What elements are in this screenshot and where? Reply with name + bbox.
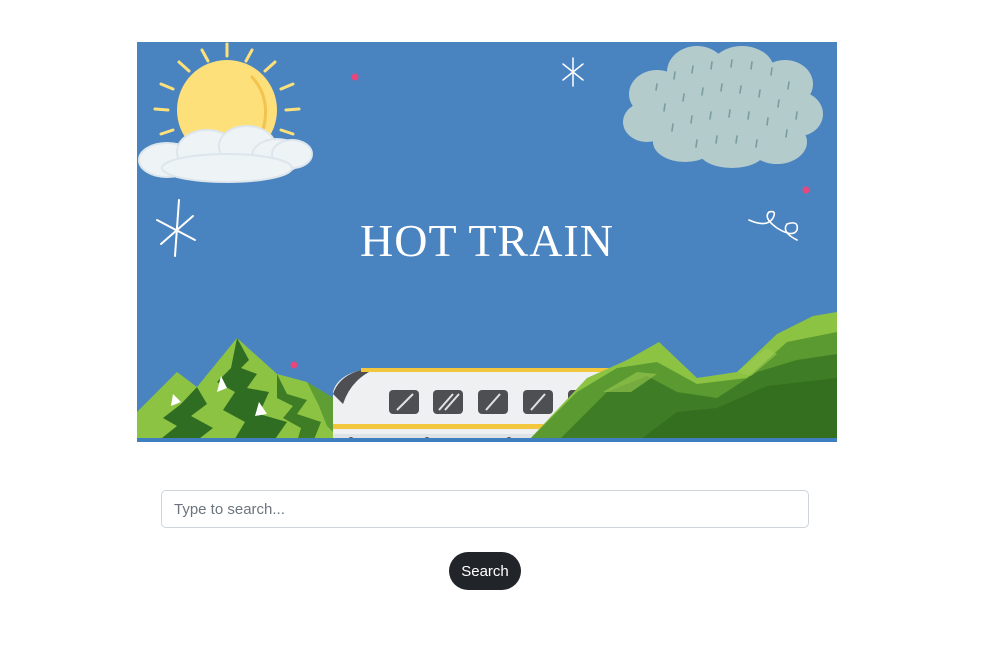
accent-dot bbox=[290, 361, 298, 369]
search-input[interactable] bbox=[161, 490, 809, 528]
train-window bbox=[433, 390, 463, 414]
river-strip bbox=[137, 438, 837, 442]
train-window bbox=[478, 390, 508, 414]
search-button[interactable]: Search bbox=[449, 552, 521, 590]
accent-dot bbox=[802, 186, 810, 194]
train-window bbox=[389, 390, 419, 414]
home-page: HOT TRAIN Type to search... Search bbox=[0, 0, 1005, 645]
hero-illustration: HOT TRAIN bbox=[137, 42, 837, 442]
hero-banner: HOT TRAIN bbox=[137, 42, 837, 442]
train-window bbox=[523, 390, 553, 414]
banner-title: HOT TRAIN bbox=[360, 215, 614, 266]
accent-dot bbox=[351, 73, 359, 81]
